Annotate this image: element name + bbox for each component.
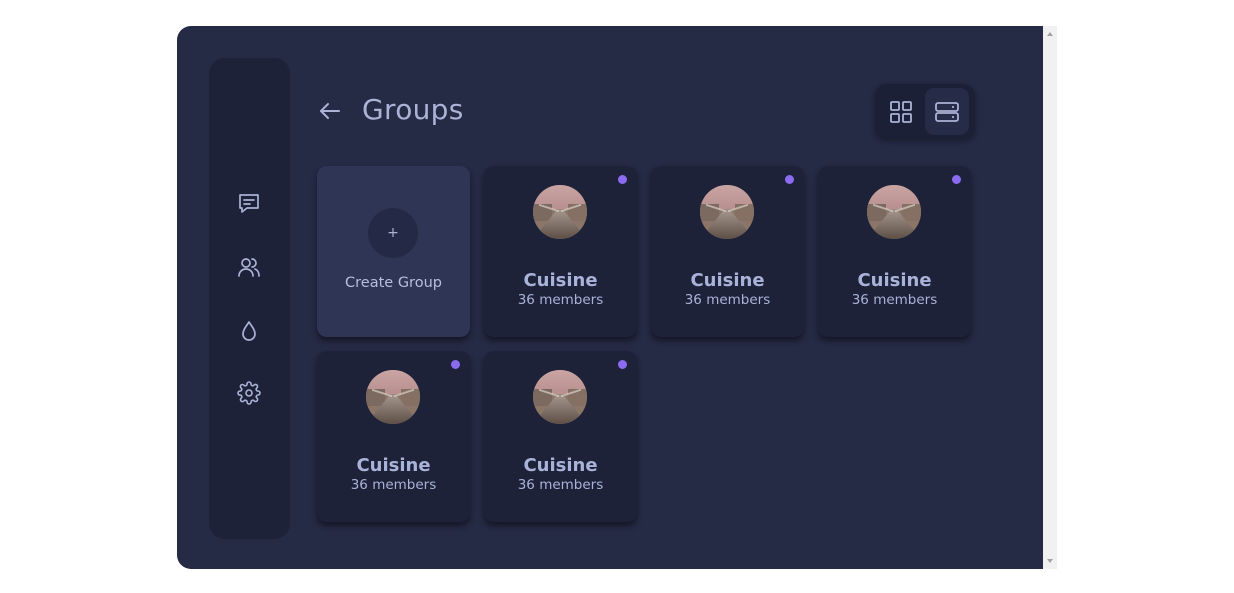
groups-app-window: Groups + Create Group Cuisine 36 members… <box>177 26 1043 569</box>
group-card[interactable]: Cuisine 36 members <box>317 351 470 522</box>
scrollbar[interactable] <box>1043 26 1057 569</box>
group-name: Cuisine <box>690 270 765 291</box>
group-name: Cuisine <box>857 270 932 291</box>
gear-icon[interactable] <box>236 380 262 406</box>
users-icon[interactable] <box>236 254 262 280</box>
page-title: Groups <box>362 93 464 126</box>
group-card[interactable]: Cuisine 36 members <box>484 351 637 522</box>
group-avatar <box>867 185 921 239</box>
create-group-label: Create Group <box>345 275 442 291</box>
unread-dot <box>618 360 627 369</box>
list-view-icon <box>935 101 959 122</box>
group-card[interactable]: Cuisine 36 members <box>818 166 971 337</box>
group-avatar <box>533 185 587 239</box>
group-avatar <box>366 370 420 424</box>
unread-dot <box>785 175 794 184</box>
group-card[interactable]: Cuisine 36 members <box>484 166 637 337</box>
group-name: Cuisine <box>523 455 598 476</box>
back-arrow-icon[interactable] <box>317 98 343 124</box>
group-card[interactable]: Cuisine 36 members <box>651 166 804 337</box>
list-view-button[interactable] <box>925 88 969 135</box>
chat-icon[interactable] <box>236 190 262 216</box>
group-members: 36 members <box>350 477 437 493</box>
create-group-card[interactable]: + Create Group <box>317 166 470 337</box>
view-toggle <box>875 84 975 139</box>
group-members: 36 members <box>517 292 604 308</box>
unread-dot <box>451 360 460 369</box>
plus-icon: + <box>368 208 418 258</box>
scroll-down-icon[interactable] <box>1043 555 1057 567</box>
group-avatar <box>700 185 754 239</box>
grid-view-button[interactable] <box>879 88 923 135</box>
group-members: 36 members <box>517 477 604 493</box>
group-name: Cuisine <box>356 455 431 476</box>
grid-view-icon <box>890 100 912 123</box>
group-members: 36 members <box>684 292 771 308</box>
group-name: Cuisine <box>523 270 598 291</box>
group-members: 36 members <box>851 292 938 308</box>
unread-dot <box>618 175 627 184</box>
unread-dot <box>952 175 961 184</box>
group-avatar <box>533 370 587 424</box>
scroll-up-icon[interactable] <box>1043 28 1057 40</box>
sidebar <box>209 58 290 539</box>
drop-icon[interactable] <box>236 318 262 344</box>
